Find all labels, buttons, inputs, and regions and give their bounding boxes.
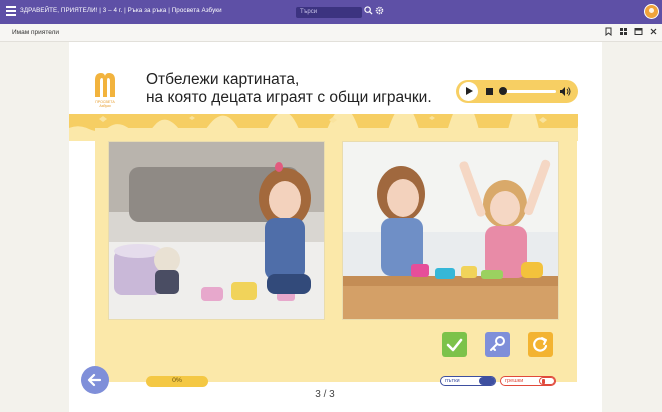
girl-playing-alone-image [109,142,324,319]
back-button[interactable] [81,366,109,394]
breadcrumb[interactable]: ЗДРАВЕЙТЕ, ПРИЯТЕЛИ! | 3 – 4 г. | Ръка з… [20,7,222,14]
hints-toggle-knob[interactable] [479,377,495,385]
picture-option-2[interactable] [342,141,559,320]
progress-label: 0% [172,377,182,384]
instruction-line-1: Отбележи картината, [146,71,300,88]
check-button[interactable] [442,332,467,357]
hints-label: пътки [445,378,460,384]
logo-caption: ПРОСВЕТА Азбуки [95,100,115,108]
hints-toggle[interactable]: пътки [440,376,496,386]
reset-button[interactable] [528,332,553,357]
window-icon[interactable] [634,27,643,36]
picture-option-1[interactable] [108,141,325,320]
sub-bar: Имам приятели [0,24,662,42]
stop-icon[interactable] [486,88,493,95]
check-icon [446,338,463,352]
user-label: Имам приятели [12,29,60,36]
top-bar: ЗДРАВЕЙТЕ, ПРИЯТЕЛИ! | 3 – 4 г. | Ръка з… [0,0,662,24]
exercise-progress-bar: 0% [146,376,208,387]
grid-icon[interactable] [619,27,628,36]
bookmark-icon[interactable] [604,27,613,36]
girls-playing-together-image [343,142,558,319]
arrow-left-icon [87,373,102,387]
refresh-icon [533,337,548,352]
publisher-logo: ПРОСВЕТА Азбуки [94,71,116,108]
show-answer-button[interactable] [485,332,510,357]
search-input[interactable]: Търси [296,7,362,18]
errors-toggle[interactable]: грешки [500,376,556,386]
audio-progress-track[interactable] [500,90,556,93]
search-icon[interactable] [364,6,373,15]
instruction-text: Отбележи картината, на която децата игра… [146,71,432,107]
logo-mark-icon [95,73,115,97]
avatar[interactable] [644,4,659,19]
page-indicator: 3 / 3 [315,389,335,400]
play-icon[interactable] [459,82,478,101]
audio-progress-handle[interactable] [499,87,507,95]
menu-icon[interactable] [6,6,16,16]
audio-player [456,80,578,103]
gear-icon[interactable] [375,6,384,15]
errors-toggle-knob[interactable] [539,377,555,385]
instruction-line-2: на която децата играят с общи играчки. [146,89,432,106]
search-placeholder: Търси [300,9,318,15]
key-icon [490,336,505,351]
volume-icon[interactable] [559,86,571,97]
errors-label: грешки [505,378,524,384]
close-icon[interactable] [649,27,658,36]
